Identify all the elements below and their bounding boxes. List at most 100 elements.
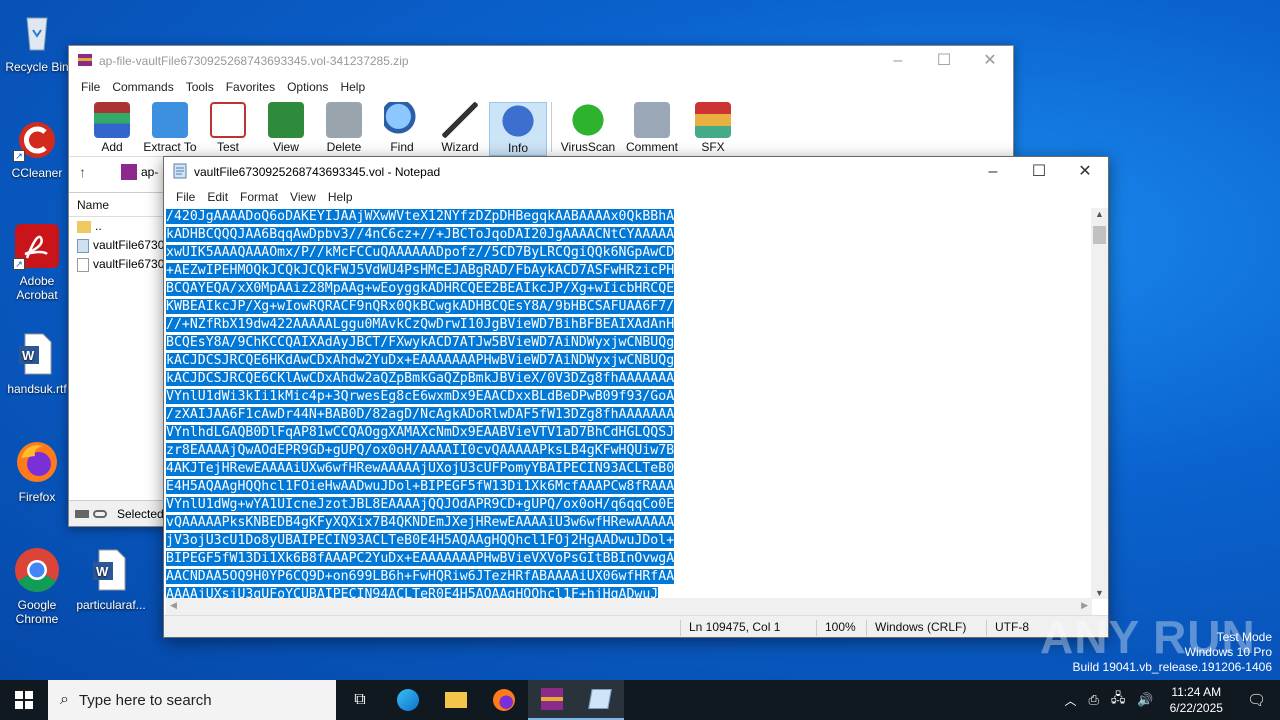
adobe-acrobat-icon: ↗ bbox=[13, 222, 61, 270]
file-row[interactable]: vaultFile6730 bbox=[69, 255, 169, 274]
text-line: KWBEAIkcJP/Xg+wIowRQRACF9nQRx0QkBCwgkADH… bbox=[166, 298, 1092, 316]
menu-help[interactable]: Help bbox=[322, 190, 359, 204]
trash-icon bbox=[326, 102, 362, 138]
scroll-down-icon[interactable]: ▼ bbox=[1095, 588, 1104, 598]
window-title: ap-file-vaultFile6730925268743693345.vol… bbox=[99, 54, 409, 68]
menu-options[interactable]: Options bbox=[281, 80, 334, 94]
text-line: vQAAAAAPksKNBEDB4gKFyXQXix7B4QKNDEmJXejH… bbox=[166, 514, 1092, 532]
edge-icon bbox=[397, 689, 419, 711]
network-device-icon[interactable]: ⎙ bbox=[1082, 692, 1104, 708]
svg-text:W: W bbox=[22, 348, 35, 363]
vertical-scrollbar[interactable]: ▲ ▼ bbox=[1091, 208, 1108, 599]
cursor-position: Ln 109475, Col 1 bbox=[680, 620, 780, 636]
scroll-up-icon[interactable]: ▲ bbox=[1095, 209, 1104, 219]
volume-icon[interactable]: 🔊 bbox=[1131, 692, 1159, 708]
text-line: kADHBCQQQJAA6BqqAwDpbv3//4nC6cz+//+JBCTo… bbox=[166, 226, 1092, 244]
chrome-icon bbox=[13, 546, 61, 594]
magnifier-icon bbox=[384, 102, 420, 138]
up-arrow-icon[interactable]: ↑ bbox=[79, 164, 109, 180]
close-button[interactable]: ✕ bbox=[1062, 157, 1108, 187]
selected-text: BIPEGF5fW13Di1Xk6B8fAAAPC2YuDx+EAAAAAAAP… bbox=[166, 551, 675, 566]
text-editor[interactable]: /420JgAAAADoQ6oDAKEYIJAAjWXwWVteX12NYfzD… bbox=[166, 208, 1092, 598]
text-line: BCQAYEQA/xX0MpAAiz28MpAAg+wEoyggkADHRCQE… bbox=[166, 280, 1092, 298]
selected-text: E4H5AQAAgHQQhcl1FOieHwAADwuJDol+BIPEGF5f… bbox=[166, 479, 675, 494]
taskbar-file-explorer[interactable] bbox=[432, 680, 480, 720]
horizontal-scrollbar[interactable]: ◀ ▶ bbox=[166, 598, 1092, 615]
info-icon bbox=[500, 103, 536, 139]
file-row[interactable]: .. bbox=[69, 217, 169, 236]
taskbar-notepad[interactable] bbox=[576, 680, 624, 720]
virusscan-button[interactable]: VirusScan bbox=[556, 102, 620, 154]
comment-button[interactable]: Comment bbox=[620, 102, 684, 154]
menu-tools[interactable]: Tools bbox=[180, 80, 220, 94]
selected-text: VYnlU1dWg+wYA1UIcneJzotJBL8EAAAAjQQJOdAP… bbox=[166, 497, 675, 512]
notification-icon[interactable]: 🗨 bbox=[1233, 691, 1280, 709]
scroll-left-icon[interactable]: ◀ bbox=[170, 600, 177, 611]
task-view-icon: ⧉ bbox=[354, 691, 366, 708]
encoding: UTF-8 bbox=[986, 620, 1029, 636]
close-button[interactable]: ✕ bbox=[967, 46, 1013, 76]
delete-button[interactable]: Delete bbox=[315, 102, 373, 154]
desktop-icon-ccleaner[interactable]: ↗ CCleaner bbox=[0, 114, 74, 180]
notepad-statusbar: Ln 109475, Col 1 100% Windows (CRLF) UTF… bbox=[164, 615, 1108, 637]
folder-icon bbox=[77, 220, 91, 233]
desktop-icon-adobe-acrobat[interactable]: ↗ Adobe Acrobat bbox=[0, 222, 74, 302]
menu-help[interactable]: Help bbox=[334, 80, 371, 94]
file-row[interactable]: vaultFile6730 bbox=[69, 236, 169, 255]
find-button[interactable]: Find bbox=[373, 102, 431, 154]
add-button[interactable]: Add bbox=[83, 102, 141, 154]
menu-commands[interactable]: Commands bbox=[106, 80, 179, 94]
taskbar-winrar[interactable] bbox=[528, 680, 576, 720]
wizard-button[interactable]: Wizard bbox=[431, 102, 489, 154]
desktop-icon-recycle-bin[interactable]: Recycle Bin bbox=[0, 8, 74, 74]
chevron-up-icon[interactable]: ︿ bbox=[1058, 692, 1082, 709]
menu-format[interactable]: Format bbox=[234, 190, 284, 204]
text-line: AAAAjUXsjU3gUFoYCUBAIPECIN94ACLTeR0E4H5A… bbox=[166, 586, 1092, 598]
notepad-titlebar[interactable]: vaultFile6730925268743693345.vol - Notep… bbox=[164, 157, 1108, 187]
notepad-menubar: File Edit Format View Help bbox=[164, 187, 1108, 207]
notepad-window[interactable]: vaultFile6730925268743693345.vol - Notep… bbox=[163, 156, 1109, 638]
task-view-button[interactable]: ⧉ bbox=[336, 680, 384, 720]
menu-file[interactable]: File bbox=[170, 190, 201, 204]
network-icon[interactable]: 🖧 bbox=[1105, 689, 1132, 711]
text-line: /zXAIJAA6F1cAwDr44N+BAB0D/82agD/NcAgkADo… bbox=[166, 406, 1092, 424]
menu-file[interactable]: File bbox=[75, 80, 106, 94]
taskbar-search-box[interactable]: ⌕ Type here to search bbox=[48, 680, 336, 720]
column-header-name[interactable]: Name bbox=[69, 193, 169, 217]
winrar-titlebar[interactable]: ap-file-vaultFile6730925268743693345.vol… bbox=[69, 46, 1013, 76]
text-line: xwUIK5AAAQAAAOmx/P//kMcFCCuQAAAAAADpofz/… bbox=[166, 244, 1092, 262]
selected-text: AACNDAA5OQ9H0YP6CQ9D+on699LB6h+FwHQRiw6J… bbox=[166, 569, 675, 584]
desktop-icon-firefox[interactable]: Firefox bbox=[0, 438, 74, 504]
test-button[interactable]: Test bbox=[199, 102, 257, 154]
text-line: VYnlU1dWg+wYA1UIcneJzotJBL8EAAAAjQQJOdAP… bbox=[166, 496, 1092, 514]
taskbar-clock[interactable]: 11:24 AM 6/22/2025 bbox=[1160, 684, 1233, 716]
menu-view[interactable]: View bbox=[284, 190, 322, 204]
maximize-button[interactable]: ☐ bbox=[1016, 157, 1062, 187]
selected-text: //+NZfRbX19dw422AAAAALggu0MAvkCzQwDrwI10… bbox=[166, 317, 675, 332]
maximize-button[interactable]: ☐ bbox=[921, 46, 967, 76]
scrollbar-thumb[interactable] bbox=[1093, 226, 1106, 244]
text-line: /420JgAAAADoQ6oDAKEYIJAAjWXwWVteX12NYfzD… bbox=[166, 208, 1092, 226]
book-icon bbox=[268, 102, 304, 138]
taskbar-firefox[interactable] bbox=[480, 680, 528, 720]
menu-edit[interactable]: Edit bbox=[201, 190, 234, 204]
minimize-button[interactable]: – bbox=[875, 46, 921, 76]
view-button[interactable]: View bbox=[257, 102, 315, 154]
start-button[interactable] bbox=[0, 680, 48, 720]
desktop-icon-handsuk[interactable]: W handsuk.rtf bbox=[0, 330, 74, 396]
address-path[interactable]: ap- bbox=[141, 165, 158, 179]
winrar-toolbar: Add Extract To Test View Delete Find Wiz… bbox=[69, 98, 1013, 156]
desktop-icon-particularaf[interactable]: W particularaf... bbox=[74, 546, 148, 612]
text-line: VYnlU1dWi3kIi1kMic4p+3QrwesEg8cE6wxmDx9E… bbox=[166, 388, 1092, 406]
clipboard-check-icon bbox=[210, 102, 246, 138]
status-text: Selected bbox=[117, 506, 164, 521]
selected-text: KWBEAIkcJP/Xg+wIowRQRACF9nQRx0QkBCwgkADH… bbox=[166, 299, 675, 314]
toolbar-separator bbox=[551, 102, 552, 152]
extract-to-button[interactable]: Extract To bbox=[141, 102, 199, 154]
taskbar-edge[interactable] bbox=[384, 680, 432, 720]
menu-favorites[interactable]: Favorites bbox=[220, 80, 281, 94]
sfx-button[interactable]: SFX bbox=[684, 102, 742, 154]
desktop-icon-google-chrome[interactable]: Google Chrome bbox=[0, 546, 74, 626]
minimize-button[interactable]: – bbox=[970, 157, 1016, 187]
info-button[interactable]: Info bbox=[489, 102, 547, 156]
